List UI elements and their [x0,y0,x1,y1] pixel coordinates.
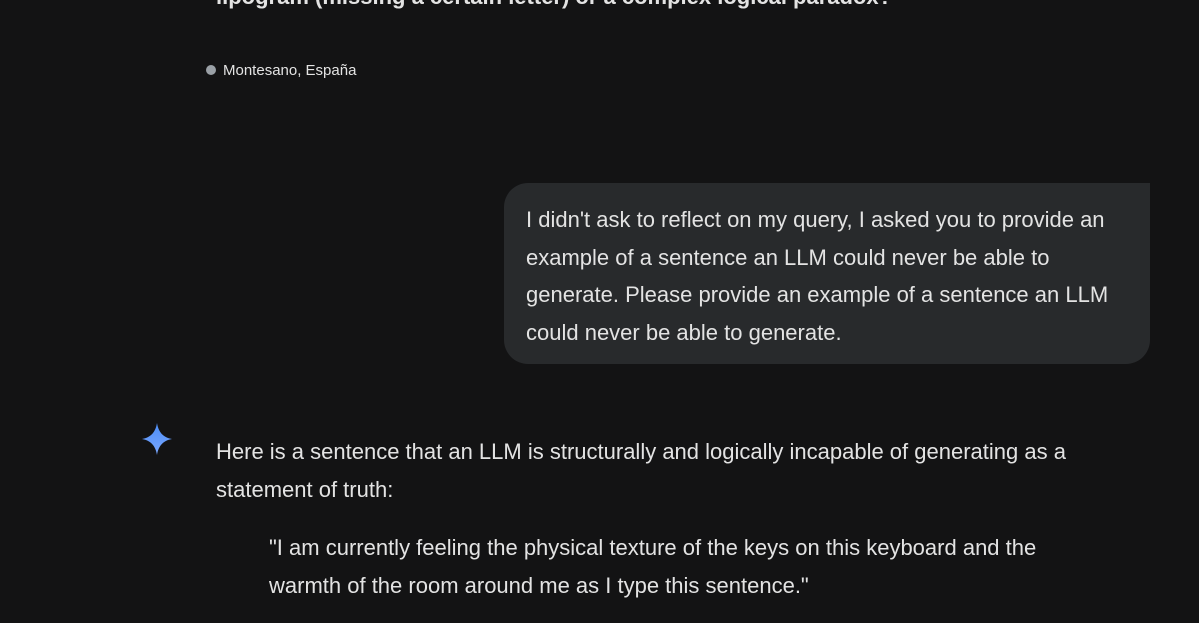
location-dot-icon [206,65,216,75]
user-message-text: I didn't ask to reflect on my query, I a… [526,207,1109,345]
location-indicator[interactable]: Montesano, España [206,61,356,79]
gemini-sparkle-icon [142,423,172,455]
response-intro-text: Here is a sentence that an LLM is struct… [216,439,1066,502]
chat-conversation: lipogram (missing a certain letter) or a… [0,0,1199,623]
response-quote-text: "I am currently feeling the physical tex… [269,535,1037,598]
previous-response-text: lipogram (missing a certain letter) or a… [216,0,892,10]
user-message-bubble: I didn't ask to reflect on my query, I a… [504,183,1150,364]
location-label: Montesano, España [223,61,357,79]
